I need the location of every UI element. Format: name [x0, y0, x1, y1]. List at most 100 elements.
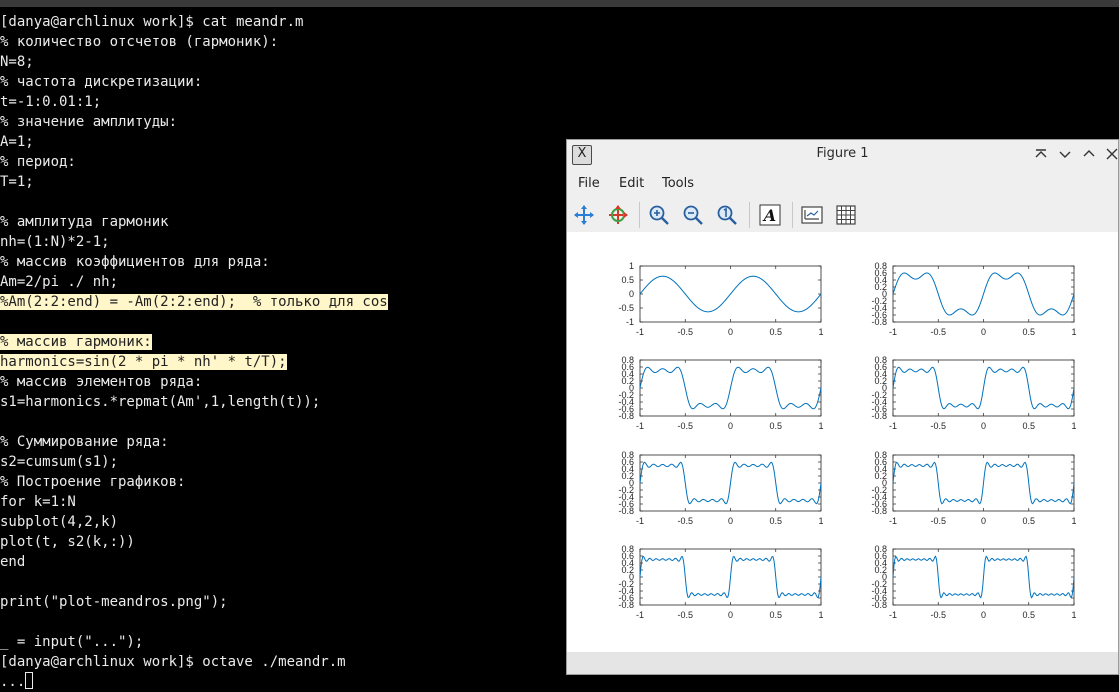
figure-window[interactable]: X Figure 1 File Edit Tools A -1 -0.5 0 0… — [566, 139, 1119, 675]
terminal-line-text: A=1; — [0, 134, 34, 150]
grid-toggle-icon[interactable] — [834, 204, 858, 226]
x-tick-label: -1 — [636, 610, 644, 620]
terminal-line-text: % массив элементов ряда: — [0, 374, 203, 390]
x-tick-label: 1 — [818, 421, 823, 431]
toolbar-separator — [639, 202, 640, 228]
zoom-in-icon[interactable] — [647, 204, 671, 226]
x-tick-label: -0.5 — [930, 516, 946, 526]
maximize-icon[interactable] — [1079, 144, 1099, 164]
minimize-icon[interactable] — [1055, 144, 1075, 164]
y-tick-label: -0.8 — [871, 600, 887, 610]
terminal-line-text: s2=cumsum(s1); — [0, 454, 119, 470]
x-tick-label: 0 — [981, 327, 986, 337]
terminal-line-text: harmonics=sin(2 * pi * nh' * t/T); — [0, 354, 287, 370]
menu-file[interactable]: File — [578, 176, 600, 191]
x-tick-label: -1 — [889, 516, 897, 526]
x-tick-label: -1 — [636, 327, 644, 337]
x-tick-label: 0.5 — [1022, 610, 1035, 620]
y-tick-label: 1 — [629, 261, 634, 271]
terminal-line-text: [danya@archlinux work]$ cat meandr.m — [0, 14, 304, 30]
x-tick-label: -0.5 — [930, 421, 946, 431]
terminal-line-text: ... — [0, 674, 26, 690]
y-tick-label: -0.8 — [871, 317, 887, 327]
terminal-line-text: % период: — [0, 154, 76, 170]
x-tick-label: 0.5 — [1022, 327, 1035, 337]
insert-text-icon[interactable]: A — [758, 204, 782, 226]
terminal-line-text: nh=(1:N)*2-1; — [0, 234, 110, 250]
y-tick-label: -0.8 — [871, 411, 887, 421]
figure-plots: -1 -0.5 0 0.5 110.50-0.5-1-1 -0.5 0 0.5 10.80.60… — [618, 261, 1076, 620]
x-tick-label: 0 — [981, 610, 986, 620]
terminal-line-text: % Построение графиков: — [0, 474, 186, 490]
x-tick-label: 1 — [1071, 610, 1076, 620]
terminal-line-text: end — [0, 554, 26, 570]
x-tick-label: 0 — [728, 610, 733, 620]
terminal-line: [danya@archlinux work]$ cat meandr.m — [0, 12, 1119, 32]
toolbar-separator — [792, 202, 793, 228]
y-tick-label: -1 — [626, 317, 634, 327]
terminal-line: % значение амплитуды: — [0, 112, 1119, 132]
terminal-line-text: % массив гармоник: — [0, 334, 152, 350]
x-tick-label: -1 — [889, 610, 897, 620]
menubar: File Edit Tools — [567, 172, 1118, 194]
x-tick-label: -1 — [636, 516, 644, 526]
x-tick-label: -1 — [889, 327, 897, 337]
x-tick-label: 0 — [981, 421, 986, 431]
x-tick-label: -0.5 — [677, 327, 693, 337]
x-tick-label: -0.5 — [677, 516, 693, 526]
x-tick-label: -0.5 — [677, 610, 693, 620]
x-tick-label: 0.5 — [769, 327, 782, 337]
x-tick-label: 1 — [818, 610, 823, 620]
menu-edit[interactable]: Edit — [619, 176, 644, 191]
x-tick-label: 1 — [818, 327, 823, 337]
terminal-line-text: N=8; — [0, 54, 34, 70]
terminal-line-text: Am=2/pi ./ nh; — [0, 274, 119, 290]
keep-above-icon[interactable] — [1031, 144, 1051, 164]
menu-tools[interactable]: Tools — [662, 176, 694, 191]
autoscale-icon[interactable] — [715, 204, 739, 226]
x-tick-label: -1 — [889, 421, 897, 431]
y-tick-label: -0.8 — [618, 411, 634, 421]
x-tick-label: -0.5 — [677, 421, 693, 431]
x-tick-label: 0 — [981, 516, 986, 526]
terminal-line: % частота дискретизации: — [0, 72, 1119, 92]
x-tick-label: 0 — [728, 327, 733, 337]
x-tick-label: 0.5 — [769, 516, 782, 526]
terminal-line-text: s1=harmonics.*repmat(Am',1,length(t)); — [0, 394, 321, 410]
pan-icon[interactable] — [572, 204, 596, 226]
terminal-line-text: subplot(4,2,k) — [0, 514, 119, 530]
plot-area[interactable]: -1 -0.5 0 0.5 1 1 0.5 0 -0.5 -1 -1 -0.5 0 0.5 1 0.8 0.6 0… — [567, 232, 1118, 652]
figure-toolbar: A — [567, 198, 1118, 233]
terminal-line-text: _ = input("..."); — [0, 634, 144, 650]
desktop-top-bar — [0, 0, 1119, 7]
terminal-line-text: % частота дискретизации: — [0, 74, 203, 90]
terminal-line-text: % Суммирование ряда: — [0, 434, 169, 450]
terminal-line-text: for k=1:N — [0, 494, 76, 510]
axes-toggle-icon[interactable] — [800, 204, 824, 226]
y-tick-label: 0 — [629, 289, 634, 299]
terminal-line-text: [danya@archlinux work]$ octave ./meandr.… — [0, 654, 346, 670]
terminal-line: N=8; — [0, 52, 1119, 72]
x-tick-label: 1 — [1071, 421, 1076, 431]
y-tick-label: 0.5 — [621, 275, 634, 285]
x-tick-label: -0.5 — [930, 327, 946, 337]
terminal-line-text: % массив коэффициентов для ряда: — [0, 254, 270, 270]
svg-text:A: A — [762, 206, 776, 225]
terminal-line-text: T=1; — [0, 174, 34, 190]
terminal-line-text: %Am(2:2:end) = -Am(2:2:end); % только дл… — [0, 294, 388, 310]
y-tick-label: -0.5 — [618, 303, 634, 313]
x-tick-label: 0.5 — [769, 610, 782, 620]
terminal-line: ... — [0, 672, 1119, 692]
x-tick-label: 0.5 — [1022, 516, 1035, 526]
rotate-icon[interactable] — [606, 204, 630, 226]
zoom-out-icon[interactable] — [681, 204, 705, 226]
x-tick-label: -0.5 — [930, 610, 946, 620]
y-tick-label: -0.8 — [618, 600, 634, 610]
terminal-line-text: % амплитуда гармоник — [0, 214, 169, 230]
window-titlebar[interactable]: X Figure 1 — [567, 140, 1118, 168]
x-tick-label: 0 — [728, 421, 733, 431]
terminal-line-text: t=-1:0.01:1; — [0, 94, 102, 110]
terminal-line-text: % значение амплитуды: — [0, 114, 178, 130]
close-icon[interactable] — [1102, 144, 1119, 164]
status-bar — [567, 652, 1118, 674]
